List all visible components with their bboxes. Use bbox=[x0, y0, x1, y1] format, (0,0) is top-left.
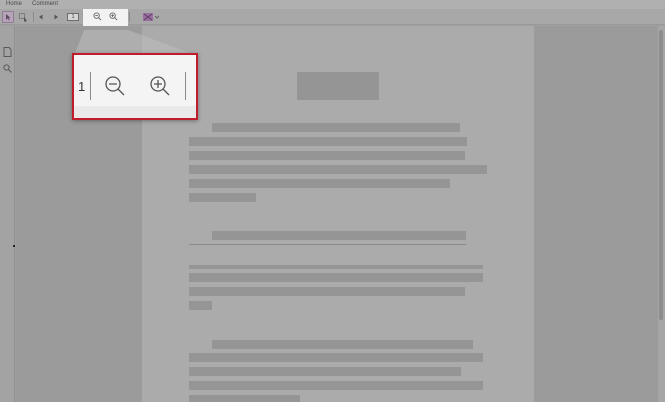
zoom-out-icon bbox=[92, 11, 102, 21]
text-line bbox=[189, 179, 450, 188]
search-button[interactable] bbox=[3, 60, 13, 73]
vertical-scrollbar[interactable] bbox=[658, 26, 665, 402]
zoom-in-icon bbox=[149, 76, 171, 101]
text-line bbox=[189, 165, 487, 174]
text-line bbox=[189, 381, 483, 390]
text-line bbox=[189, 395, 300, 402]
text-line bbox=[189, 137, 467, 146]
toolbar-separator bbox=[129, 12, 130, 22]
tools-button[interactable] bbox=[141, 11, 159, 22]
document-page bbox=[142, 26, 534, 402]
text-line bbox=[189, 265, 483, 269]
callout-separator bbox=[185, 72, 186, 100]
toolbar-zoom-in-button[interactable] bbox=[108, 11, 118, 21]
tools-icon bbox=[142, 12, 159, 22]
toolbar-zoom-out-button[interactable] bbox=[92, 11, 102, 21]
text-line bbox=[189, 273, 483, 282]
text-line bbox=[189, 193, 256, 202]
toolbar-separator bbox=[33, 12, 34, 22]
section-rule bbox=[189, 244, 466, 245]
search-icon bbox=[3, 60, 12, 77]
callout-page-number: 1 bbox=[78, 79, 86, 94]
next-page-button[interactable] bbox=[52, 13, 60, 21]
text-line bbox=[189, 301, 212, 310]
scrollbar-thumb[interactable] bbox=[659, 30, 663, 320]
page-title-block bbox=[297, 72, 379, 100]
callout-separator bbox=[90, 72, 91, 100]
page-number-input[interactable]: 1 bbox=[67, 13, 79, 21]
marquee-select-icon bbox=[18, 12, 28, 22]
callout-footer bbox=[74, 106, 196, 118]
menu-comment[interactable]: Comment bbox=[32, 0, 58, 9]
arrow-right-icon bbox=[53, 14, 59, 20]
text-line bbox=[189, 367, 461, 376]
menu-bar: Home Comment bbox=[0, 0, 665, 9]
left-nav-pane bbox=[0, 26, 15, 402]
text-line bbox=[212, 340, 473, 349]
arrow-left-icon bbox=[38, 14, 44, 20]
text-line bbox=[189, 151, 465, 160]
zoom-out-icon bbox=[104, 76, 126, 101]
text-line bbox=[189, 287, 465, 296]
page-icon bbox=[3, 44, 12, 61]
callout-zoom-in-button[interactable] bbox=[149, 75, 171, 97]
marquee-select-button[interactable] bbox=[18, 12, 28, 22]
text-line bbox=[212, 123, 460, 132]
select-tool-button[interactable] bbox=[2, 11, 14, 23]
text-line bbox=[189, 353, 483, 362]
zoom-in-icon bbox=[108, 11, 118, 21]
section-heading-line bbox=[212, 231, 466, 240]
pane-resize-handle[interactable] bbox=[13, 245, 15, 247]
previous-page-button[interactable] bbox=[37, 13, 45, 21]
hand-cursor-icon bbox=[4, 13, 12, 21]
zoom-controls-callout: 1 bbox=[72, 53, 198, 120]
callout-zoom-out-button[interactable] bbox=[104, 75, 126, 97]
menu-home[interactable]: Home bbox=[6, 0, 22, 9]
page-thumbnails-button[interactable] bbox=[3, 44, 13, 57]
